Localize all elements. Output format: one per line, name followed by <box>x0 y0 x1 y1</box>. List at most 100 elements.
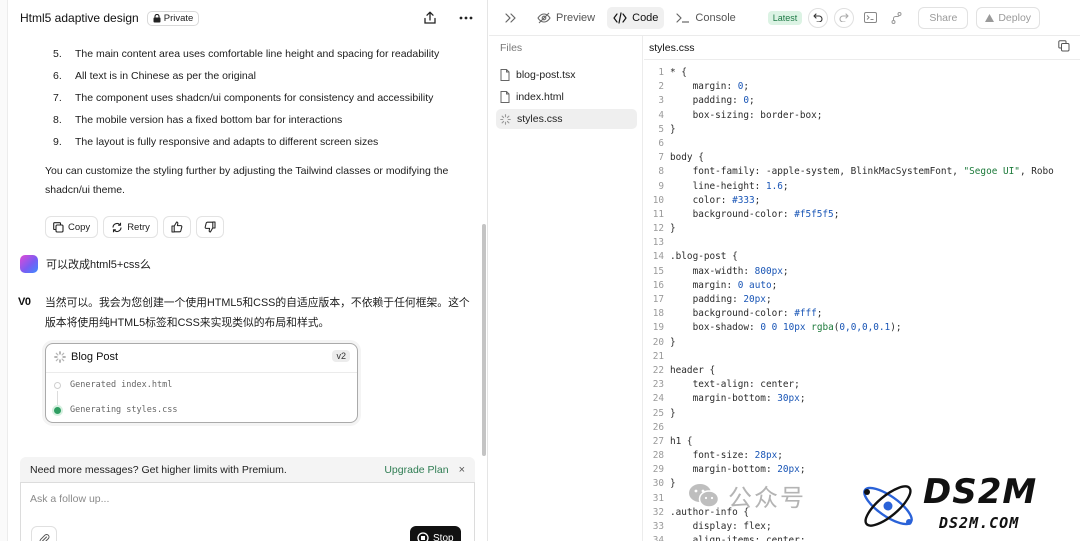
spinner-icon <box>54 351 66 363</box>
file-item-blog-post[interactable]: blog-post.tsx <box>496 65 637 85</box>
git-branch-icon[interactable] <box>886 8 906 28</box>
code-text: color: #333; <box>670 194 761 206</box>
editor-toolbar: Preview Code Console Latest Share Deploy <box>489 0 1080 36</box>
attach-button[interactable] <box>31 526 57 541</box>
line-number: 6 <box>658 137 664 149</box>
wechat-watermark-text: 公众号 <box>728 484 806 512</box>
code-line: 23 text-align: center; <box>644 378 1054 392</box>
code-line: 4 box-sizing: border-box; <box>644 109 1054 123</box>
line-number: 15 <box>652 265 664 277</box>
code-line: 9 line-height: 1.6; <box>644 180 1054 194</box>
list-item: 5. The main content area uses comfortable… <box>53 48 440 60</box>
undo-icon[interactable] <box>808 7 829 28</box>
code-text: line-height: 1.6; <box>670 180 789 192</box>
code-line: 17 padding: 20px; <box>644 293 1054 307</box>
tab-console[interactable]: Console <box>670 7 741 29</box>
close-icon[interactable]: × <box>459 464 465 476</box>
code-text: margin-bottom: 30px; <box>670 393 806 405</box>
share-button[interactable]: Share <box>918 6 969 29</box>
more-options-icon[interactable] <box>457 9 475 27</box>
line-number: 22 <box>652 364 664 376</box>
thumbs-up-button[interactable] <box>162 216 191 238</box>
latest-badge[interactable]: Latest <box>767 10 803 25</box>
code-line: 6 <box>644 137 1054 151</box>
step-connector <box>57 391 58 405</box>
user-message-text: 可以改成html5+css么 <box>46 259 151 271</box>
ds2m-url: DS2M.COM <box>939 514 1020 532</box>
code-line: 13 <box>644 236 1054 250</box>
line-number: 24 <box>652 393 664 405</box>
code-text: box-shadow: 0 0 10px rgba(0,0,0,0.1); <box>670 322 902 334</box>
code-line: 22 header { <box>644 364 1054 378</box>
code-text: .blog-post { <box>670 251 738 263</box>
file-tree: Files blog-post.tsx index.html styles.cs… <box>489 36 643 541</box>
retry-button[interactable]: Retry <box>103 216 158 238</box>
deploy-button[interactable]: Deploy <box>976 6 1041 29</box>
message-actions: Copy Retry <box>45 216 224 238</box>
line-number: 2 <box>658 81 664 93</box>
code-panel: Preview Code Console Latest Share Deploy <box>489 0 1080 541</box>
code-line: 16 margin: 0 auto; <box>644 279 1054 293</box>
line-number: 9 <box>658 180 664 192</box>
line-number: 29 <box>652 464 664 476</box>
eye-off-icon <box>537 12 551 23</box>
generation-title: Blog Post <box>71 351 119 363</box>
line-number: 18 <box>652 308 664 320</box>
code-editor[interactable]: styles.css 1 * {2 margin: 0; 3 padding: 0;… <box>644 36 1080 541</box>
code-text: margin: 0; <box>670 81 750 93</box>
divider <box>46 372 357 373</box>
code-text: margin-bottom: 20px; <box>670 464 806 476</box>
line-number: 27 <box>652 435 664 447</box>
line-number: 7 <box>658 152 664 164</box>
code-text: h1 { <box>670 435 693 447</box>
code-text: body { <box>670 152 704 164</box>
file-icon <box>500 69 510 81</box>
line-number: 5 <box>658 123 664 135</box>
collapse-icon[interactable] <box>501 8 521 28</box>
code-line: 21 <box>644 350 1054 364</box>
code-text: font-size: 28px; <box>670 450 783 462</box>
code-text: padding: 20px; <box>670 294 772 305</box>
code-text: box-sizing: border-box; <box>670 109 823 121</box>
tab-code[interactable]: Code <box>607 6 665 29</box>
chat-scrollbar[interactable] <box>482 224 486 456</box>
assistant-message-text: 当然可以。我会为您创建一个使用HTML5和CSS的自适应版本，不依赖于任何框架。… <box>45 297 470 329</box>
file-item-styles-css[interactable]: styles.css <box>496 109 637 129</box>
code-line: 2 margin: 0; <box>644 80 1054 94</box>
editor-header: styles.css <box>644 36 1080 60</box>
code-text: text-align: center; <box>670 379 800 391</box>
wechat-watermark: 公众号 <box>688 478 806 513</box>
tab-preview[interactable]: Preview <box>531 7 601 29</box>
code-text: } <box>670 407 676 419</box>
share-icon[interactable] <box>421 9 439 27</box>
retry-icon <box>112 222 122 232</box>
upgrade-plan-link[interactable]: Upgrade Plan <box>384 464 448 476</box>
stop-button[interactable]: Stop <box>410 526 461 541</box>
line-number: 19 <box>652 322 664 334</box>
copy-button[interactable]: Copy <box>45 216 99 238</box>
code-text: * { <box>670 67 687 78</box>
private-badge[interactable]: Private <box>146 10 200 26</box>
generation-step: Generating styles.css <box>54 405 177 415</box>
terminal-window-icon[interactable] <box>860 8 880 28</box>
line-number: 14 <box>652 251 664 263</box>
line-number: 16 <box>652 279 664 291</box>
file-item-index-html[interactable]: index.html <box>496 87 637 107</box>
code-text: } <box>670 478 676 490</box>
thumbs-down-button[interactable] <box>195 216 224 238</box>
upgrade-text: Need more messages? Get higher limits wi… <box>30 463 287 476</box>
redo-icon[interactable] <box>834 7 855 28</box>
line-number: 4 <box>658 109 664 121</box>
line-number: 31 <box>652 492 664 504</box>
generation-card[interactable]: Blog Post v2 Generated index.html Genera… <box>45 343 358 423</box>
terminal-icon <box>676 12 690 23</box>
follow-up-input[interactable] <box>30 493 450 505</box>
line-number: 33 <box>652 521 664 532</box>
chat-title: Html5 adaptive design <box>20 11 139 25</box>
copy-icon[interactable] <box>1058 40 1070 55</box>
wechat-icon <box>689 483 720 508</box>
private-label: Private <box>163 12 194 24</box>
code-text: padding: 0; <box>670 95 755 107</box>
closing-paragraph: You can customize the styling further by… <box>45 165 449 196</box>
code-text: background-color: #fff; <box>670 308 823 320</box>
